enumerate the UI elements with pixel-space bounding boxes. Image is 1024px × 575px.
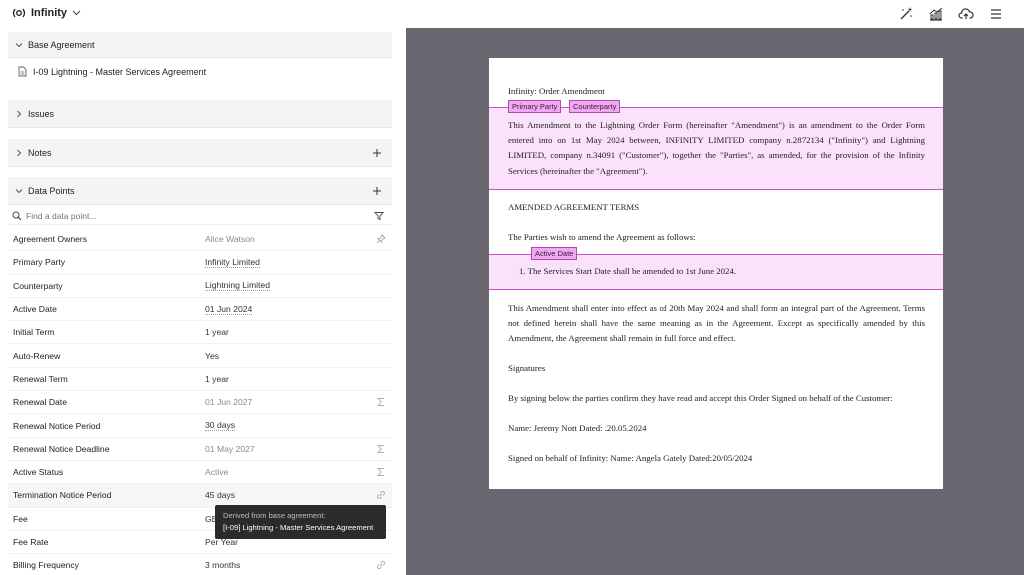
chevron-down-icon (15, 42, 23, 47)
data-point-row[interactable]: Renewal Term 1 year (8, 368, 392, 392)
data-point-value[interactable]: Alice Watson (205, 234, 255, 244)
data-point-label: Fee (13, 513, 28, 524)
data-point-value[interactable]: 01 May 2027 (205, 444, 255, 454)
data-point-value[interactable]: 3 months (205, 560, 240, 570)
data-point-row[interactable]: Renewal Notice Period 30 days (8, 414, 392, 438)
top-bar: Infinity (0, 0, 1024, 28)
link-icon[interactable] (376, 560, 386, 570)
cloud-upload-icon[interactable] (958, 6, 974, 22)
data-point-label: Renewal Date (13, 397, 67, 408)
document-title: I-09 Lightning - Master Services Agreeme… (33, 66, 207, 77)
infinity-logo-icon (12, 8, 26, 18)
link-icon[interactable] (376, 490, 386, 500)
magic-wand-icon[interactable] (898, 6, 914, 22)
section-heading: AMENDED AGREEMENT TERMS (508, 202, 640, 212)
signature-customer: Name: Jeremy Nott Dated: .20.05.2024 (508, 423, 647, 433)
data-point-row[interactable]: Initial Term 1 year (8, 321, 392, 345)
tooltip-source: [I-09] Lightning - Master Services Agree… (223, 523, 374, 532)
section-notes[interactable]: Notes (8, 139, 392, 167)
chevron-right-icon (17, 110, 22, 117)
derived-tooltip: Derived from base agreement: [I-09] Ligh… (215, 505, 386, 539)
data-point-row[interactable]: Primary Party Infinity Limited (8, 251, 392, 275)
data-point-label: Termination Notice Period (13, 490, 112, 501)
data-point-value[interactable]: Infinity Limited (205, 257, 260, 268)
data-point-label: Agreement Owners (13, 234, 88, 245)
data-point-value[interactable]: 1 year (205, 374, 229, 384)
section-title: Base Agreement (28, 39, 95, 50)
data-point-value[interactable]: 1 year (205, 327, 229, 337)
data-point-value[interactable]: 45 days (205, 490, 235, 500)
tag-counterparty[interactable]: Counterparty (569, 100, 621, 113)
section-data-points[interactable]: Data Points (8, 177, 392, 205)
base-agreement-document-link[interactable]: I-09 Lightning - Master Services Agreeme… (8, 66, 392, 77)
data-point-row[interactable]: Billing Frequency 3 months (8, 554, 392, 575)
data-point-label: Counterparty (13, 280, 63, 291)
data-point-value[interactable]: Active (205, 467, 228, 477)
add-note-icon[interactable] (372, 148, 382, 158)
data-point-label: Initial Term (13, 327, 55, 338)
data-point-row[interactable]: Agreement Owners Alice Watson (8, 228, 392, 252)
section-title: Notes (28, 147, 52, 158)
data-point-row[interactable]: Active Date 01 Jun 2024 (8, 298, 392, 322)
data-point-row[interactable]: Renewal Date 01 Jun 2027 (8, 391, 392, 415)
tag-active-date[interactable]: Active Date (531, 247, 578, 260)
section-base-agreement[interactable]: Base Agreement (8, 32, 392, 58)
signing-text: By signing below the parties confirm the… (508, 393, 893, 403)
data-point-label: Fee Rate (13, 537, 49, 548)
sigma-icon[interactable] (376, 444, 386, 454)
tooltip-caption: Derived from base agreement: (223, 511, 326, 520)
add-data-point-icon[interactable] (372, 186, 382, 196)
data-point-value[interactable]: Yes (205, 351, 219, 361)
data-point-search (8, 207, 392, 225)
signature-infinity: Signed on behalf of Infinity: Name: Ange… (508, 453, 753, 463)
sigma-icon[interactable] (376, 397, 386, 407)
sigma-icon[interactable] (376, 467, 386, 477)
data-point-label: Renewal Notice Deadline (13, 443, 110, 454)
analytics-icon[interactable] (928, 6, 944, 22)
section-issues[interactable]: Issues (8, 100, 392, 128)
data-point-label: Active Date (13, 304, 57, 315)
search-icon (12, 211, 22, 220)
data-point-row[interactable]: Renewal Notice Deadline 01 May 2027 (8, 438, 392, 461)
signatures-heading: Signatures (508, 363, 546, 373)
data-point-label: Billing Frequency (13, 560, 79, 571)
effect-paragraph: This Amendment shall enter into effect a… (508, 303, 925, 344)
document-page: Infinity: Order Amendment Primary Party … (489, 58, 943, 489)
section-title: Data Points (28, 185, 75, 196)
data-point-row[interactable]: Active Status Active (8, 461, 392, 485)
document-icon (18, 66, 27, 77)
data-point-value[interactable]: 01 Jun 2027 (205, 397, 252, 407)
amendment-item: 1. The Services Start Date shall be amen… (519, 266, 737, 276)
tag-primary-party[interactable]: Primary Party (508, 100, 562, 113)
data-point-label: Auto-Renew (13, 350, 61, 361)
pin-icon[interactable] (376, 234, 386, 244)
data-point-value[interactable]: 30 days (205, 420, 236, 432)
data-point-label: Renewal Term (13, 373, 68, 384)
app-switcher[interactable]: Infinity (12, 7, 81, 19)
section-title: Issues (28, 108, 55, 119)
chevron-down-icon (15, 188, 23, 193)
menu-icon[interactable] (988, 6, 1004, 22)
data-point-label: Primary Party (13, 257, 66, 268)
data-point-value[interactable]: Lightning Limited (205, 280, 270, 292)
data-point-row[interactable]: Auto-Renew Yes (8, 345, 392, 368)
left-panel: Base Agreement I-09 Lightning - Master S… (0, 28, 400, 575)
document-viewer: Infinity: Order Amendment Primary Party … (406, 28, 1024, 575)
intro-text: The Parties wish to amend the Agreement … (508, 232, 696, 242)
data-point-value[interactable]: 01 Jun 2024 (205, 304, 253, 315)
data-point-label: Active Status (13, 467, 64, 478)
chevron-right-icon (17, 149, 22, 156)
chevron-down-icon (72, 10, 81, 16)
filter-icon[interactable] (374, 211, 384, 221)
data-point-row[interactable]: Counterparty Lightning Limited (8, 275, 392, 298)
data-point-label: Renewal Notice Period (13, 420, 101, 431)
search-input[interactable] (26, 210, 356, 221)
app-name: Infinity (31, 7, 68, 19)
document-title: Infinity: Order Amendment (508, 86, 605, 96)
amendment-paragraph: This Amendment to the Lightning Order Fo… (508, 120, 925, 176)
